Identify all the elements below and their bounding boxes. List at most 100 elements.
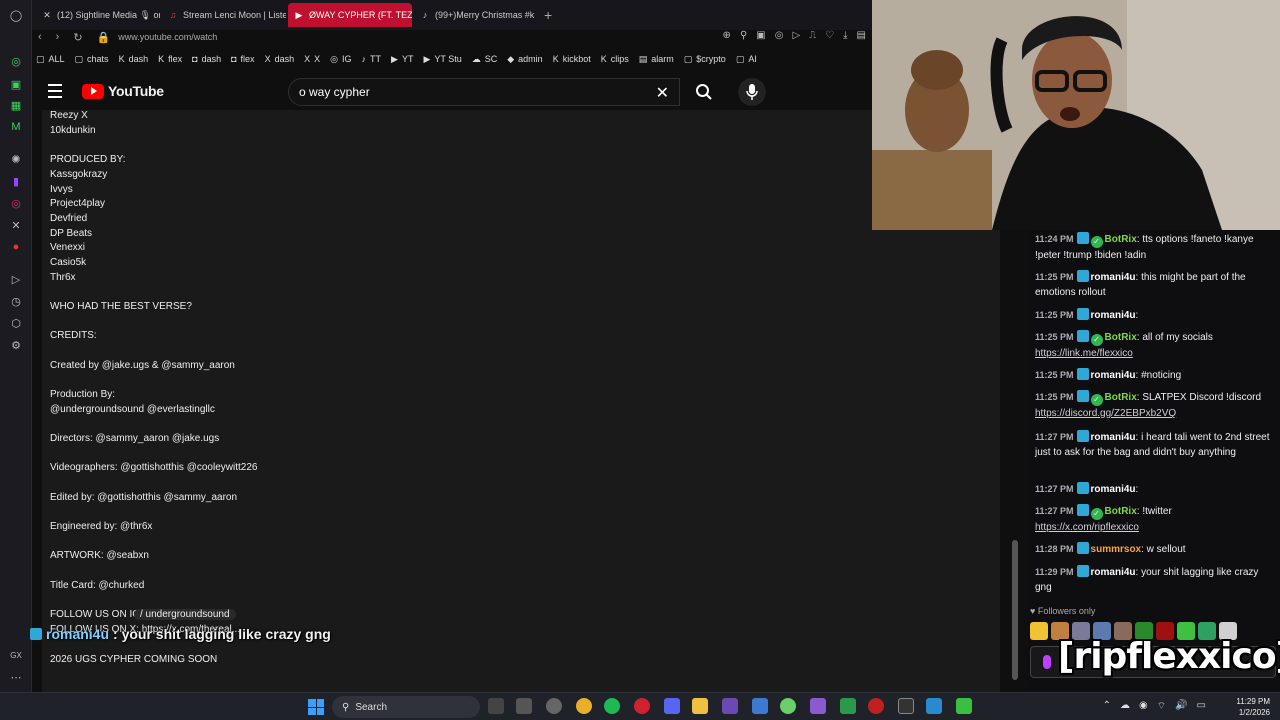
download-icon[interactable]: ⤓ xyxy=(843,30,847,41)
chat-username[interactable]: BotRix xyxy=(1105,234,1137,245)
app-icon[interactable] xyxy=(840,698,856,714)
messenger-icon[interactable]: M xyxy=(9,120,23,134)
bookmark-item[interactable]: ◆ admin xyxy=(507,54,542,65)
zoom-icon[interactable]: ⊕ xyxy=(723,30,731,41)
tab-1[interactable]: ♫ Stream Lenci Moon | Liste xyxy=(162,3,286,27)
discord-icon[interactable] xyxy=(664,698,680,714)
bookmark-item[interactable]: ◘ flex xyxy=(231,54,254,64)
volume-icon[interactable]: 🔊 xyxy=(1175,700,1187,713)
chat-link[interactable]: https://link.me/flexxico xyxy=(1035,348,1133,359)
emote-icon[interactable] xyxy=(1030,622,1048,640)
pin-icon[interactable]: ⚲ xyxy=(740,30,747,41)
tab-3[interactable]: ♪ (99+)Merry Christmas #k xyxy=(414,3,538,27)
network-icon[interactable]: ⌔ xyxy=(1157,700,1166,713)
chat-username[interactable]: BotRix xyxy=(1105,392,1137,403)
app-icon[interactable] xyxy=(956,698,972,714)
bookmark-item[interactable]: Kclips xyxy=(601,54,629,64)
app-icon[interactable] xyxy=(810,698,826,714)
bookmark-item[interactable]: ▢ chats xyxy=(75,54,109,65)
chat-link[interactable]: https://discord.gg/Z2EBPxb2VQ xyxy=(1035,408,1176,419)
chat-username[interactable]: romani4u xyxy=(1091,432,1136,443)
shield-icon[interactable]: ◎ xyxy=(775,30,784,41)
aria-icon[interactable]: ◎ xyxy=(9,54,23,68)
back-icon[interactable]: ‹ xyxy=(38,31,42,43)
youtube-logo[interactable]: YouTube xyxy=(82,83,164,99)
player-icon[interactable]: ▷ xyxy=(9,272,23,286)
bookmark-item[interactable]: ▢ $crypto xyxy=(684,54,726,65)
forward-icon[interactable]: › xyxy=(56,31,60,43)
bookmark-item[interactable]: ▢ ALL xyxy=(36,54,65,65)
chat-username[interactable]: romani4u xyxy=(1091,484,1136,495)
cloud-icon[interactable]: ☁ xyxy=(1120,700,1130,713)
app-icon[interactable] xyxy=(898,698,914,714)
reload-icon[interactable]: ↻ xyxy=(73,31,82,44)
chat-username[interactable]: BotRix xyxy=(1105,332,1137,343)
bookmark-icon[interactable]: ⎍ xyxy=(809,30,816,41)
bookmark-item[interactable]: ▶ YT xyxy=(391,54,413,65)
taskbar-search[interactable]: ⚲ Search xyxy=(332,696,480,718)
play-icon[interactable]: ▷ xyxy=(792,30,800,41)
windows-start-icon[interactable] xyxy=(308,699,324,715)
bookmark-item[interactable]: ☁ SC xyxy=(472,54,498,65)
video-description[interactable]: Reezy X 10kdunkin PRODUCED BY: Kassgokrazy I… xyxy=(42,110,1000,692)
tab-2[interactable]: ▶ ØWAY CYPHER (FT. TEZ xyxy=(288,3,412,27)
chatgpt-icon[interactable]: ✺ xyxy=(9,152,23,166)
app-icon[interactable] xyxy=(516,698,532,714)
bookmark-item[interactable]: Kflex xyxy=(158,54,182,64)
bookmark-item[interactable]: ▤ alarm xyxy=(639,54,674,65)
app-icon[interactable] xyxy=(780,698,796,714)
chat-link[interactable]: https://x.com/ripflexxico xyxy=(1035,522,1139,533)
explorer-icon[interactable] xyxy=(692,698,708,714)
bookmark-item[interactable]: ▢ AI xyxy=(736,54,757,65)
spotify-icon[interactable] xyxy=(604,698,620,714)
voice-search-button[interactable] xyxy=(738,78,766,106)
snapshot-icon[interactable]: ▣ xyxy=(756,30,765,41)
chat-username[interactable]: romani4u xyxy=(1091,370,1136,381)
opera-icon[interactable] xyxy=(634,698,650,714)
bookmark-item[interactable]: Xdash xyxy=(265,54,295,64)
camera-icon[interactable]: ▤ xyxy=(857,30,866,41)
clock[interactable]: 11:29 PM 1/2/2026 xyxy=(1236,696,1270,718)
app-icon[interactable] xyxy=(926,698,942,714)
url-text[interactable]: www.youtube.com/watch xyxy=(118,32,217,42)
obs-icon[interactable] xyxy=(546,698,562,714)
gx-icon[interactable]: GX xyxy=(9,648,23,662)
chat-username[interactable]: romani4u xyxy=(1091,567,1136,578)
bookmark-item[interactable]: XX xyxy=(304,54,320,64)
new-tab-button[interactable]: + xyxy=(544,7,552,23)
twitch-icon[interactable]: ▮ xyxy=(9,174,23,188)
search-input[interactable]: o way cypher ✕ xyxy=(288,78,680,106)
instagram-icon[interactable]: ◎ xyxy=(9,196,23,210)
chat-username[interactable]: romani4u xyxy=(1091,310,1136,321)
clear-search-icon[interactable]: ✕ xyxy=(656,83,669,103)
chat-username[interactable]: romani4u xyxy=(1091,272,1136,283)
heart-icon[interactable]: ♡ xyxy=(825,30,834,41)
extensions-icon[interactable]: ⬡ xyxy=(9,316,23,330)
app-tray-icon[interactable]: ◉ xyxy=(1139,700,1148,713)
bookmark-item[interactable]: ♪ TT xyxy=(362,54,382,64)
menu-icon[interactable] xyxy=(48,84,62,98)
battery-icon[interactable]: ▭ xyxy=(1197,700,1206,713)
app-icon[interactable] xyxy=(752,698,768,714)
app-icon[interactable] xyxy=(722,698,738,714)
instagram-handle-link[interactable]: / undergroundsound xyxy=(134,609,236,620)
more-icon[interactable]: ⋯ xyxy=(9,670,23,684)
chevron-up-icon[interactable]: ⌃ xyxy=(1103,700,1111,713)
bookmark-item[interactable]: Kkickbot xyxy=(553,54,591,64)
chat-username[interactable]: BotRix xyxy=(1105,506,1137,517)
bookmark-item[interactable]: ▶ YT Stu xyxy=(423,54,461,65)
chrome-icon[interactable] xyxy=(576,698,592,714)
bookmark-item[interactable]: ◘ dash xyxy=(192,54,221,64)
settings-icon[interactable]: ⚙ xyxy=(9,338,23,352)
chat-username[interactable]: summrsox xyxy=(1091,544,1142,555)
bookmark-item[interactable]: Kdash xyxy=(119,54,149,64)
opera-logo-icon[interactable]: ◯ xyxy=(9,8,23,22)
tab-0[interactable]: ✕ (12) Sightline Media 🎙 on xyxy=(36,3,160,27)
bookmark-item[interactable]: ◎ IG xyxy=(330,54,351,65)
app-icon[interactable] xyxy=(868,698,884,714)
search-button[interactable] xyxy=(684,78,724,106)
task-view-icon[interactable] xyxy=(488,698,504,714)
crypto-wallet-icon[interactable]: ▣ xyxy=(9,77,23,91)
pinboard-icon[interactable]: ▦ xyxy=(9,98,23,112)
record-icon[interactable]: ● xyxy=(9,240,23,254)
